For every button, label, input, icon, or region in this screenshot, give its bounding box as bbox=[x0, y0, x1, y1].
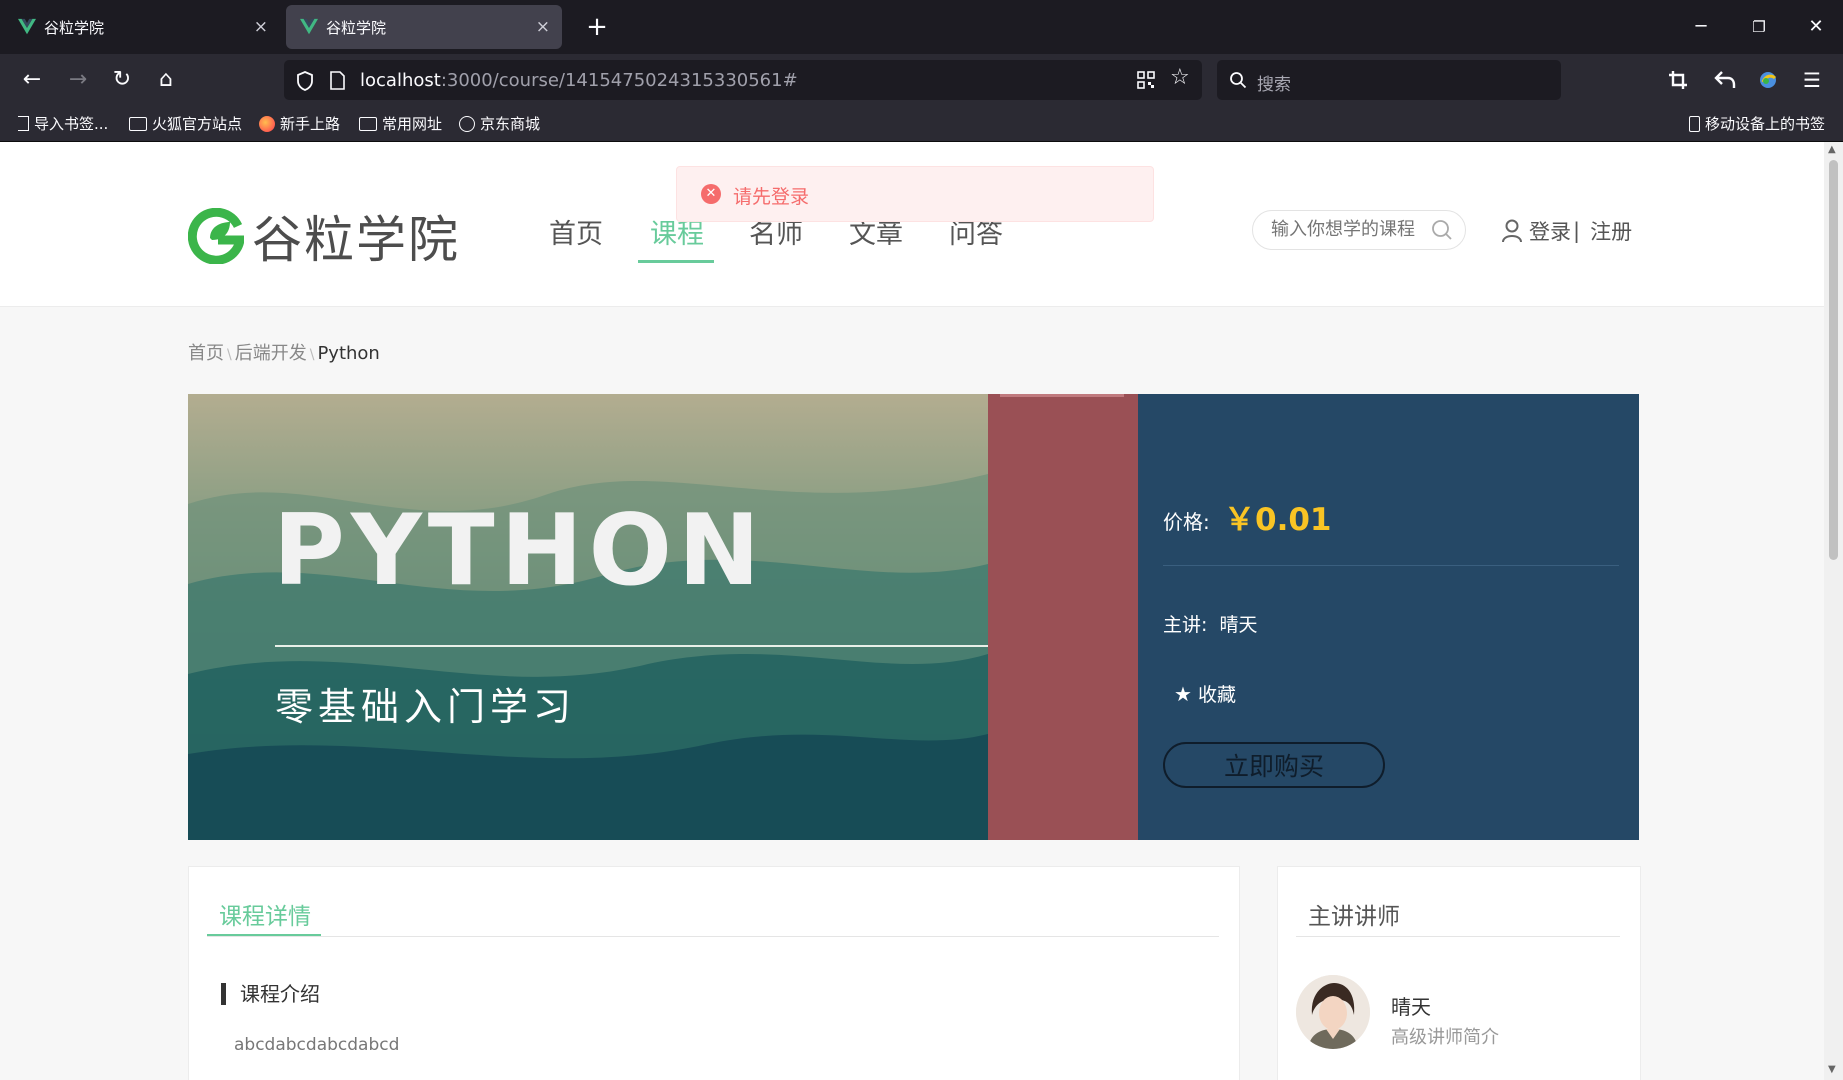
window-close-icon[interactable]: ✕ bbox=[1801, 12, 1831, 42]
page-icon bbox=[330, 71, 345, 90]
teacher-panel-name[interactable]: 晴天 bbox=[1391, 991, 1431, 1020]
breadcrumb-sep: \ bbox=[309, 347, 315, 363]
menu-icon[interactable]: ☰ bbox=[1796, 64, 1828, 96]
import-icon bbox=[18, 116, 29, 131]
home-icon[interactable]: ⌂ bbox=[150, 64, 182, 96]
browser-toolbar: ← → ↻ ⌂ localhost:3000/course/1415475024… bbox=[0, 54, 1843, 106]
browser-tab-bar: 谷粒学院 × 谷粒学院 × + ─ ❐ ✕ bbox=[0, 0, 1843, 54]
toast-message: 请先登录 bbox=[733, 186, 810, 208]
nav-active-underline bbox=[638, 260, 714, 263]
price-value: ￥0.01 bbox=[1224, 502, 1332, 538]
cover-subtitle: 零基础入门学习 bbox=[275, 685, 577, 729]
search-icon bbox=[1230, 72, 1247, 89]
folder-icon bbox=[359, 116, 377, 131]
favorite-button[interactable]: ★ 收藏 bbox=[1174, 680, 1236, 707]
scroll-up-icon[interactable]: ▲ bbox=[1828, 144, 1836, 155]
bookmark-import[interactable]: 导入书签... bbox=[18, 113, 108, 134]
site-header: 谷粒学院 首页 课程 名师 文章 问答 登录 | 注册 ✕ 请先登录 bbox=[0, 142, 1824, 307]
bookmark-folder[interactable]: 火狐官方站点 bbox=[129, 113, 242, 134]
cover-mountains-graphic bbox=[188, 394, 988, 840]
site-logo[interactable]: 谷粒学院 bbox=[188, 200, 460, 272]
avatar-portrait-graphic bbox=[1296, 975, 1370, 1049]
bookmark-item[interactable]: 京东商城 bbox=[459, 113, 540, 134]
tab-title: 谷粒学院 bbox=[44, 18, 105, 37]
teacher-avatar[interactable] bbox=[1296, 975, 1370, 1049]
tab-active-underline bbox=[207, 934, 321, 936]
search-icon[interactable] bbox=[1431, 219, 1453, 241]
logo-text: 谷粒学院 bbox=[252, 211, 460, 269]
cover-title: PYTHON bbox=[273, 494, 766, 608]
course-banner: PYTHON 零基础入门学习 价格: ￥0.01 主讲: 晴天 ★ 收藏 立即购… bbox=[188, 394, 1639, 840]
restore-icon[interactable]: ❐ bbox=[1744, 12, 1774, 42]
vue-favicon-icon bbox=[18, 18, 36, 35]
scroll-down-icon[interactable]: ▼ bbox=[1828, 1064, 1836, 1075]
new-tab-button[interactable]: + bbox=[580, 10, 614, 44]
buy-now-button[interactable]: 立即购买 bbox=[1163, 742, 1385, 788]
user-links: 登录 | 注册 bbox=[1501, 216, 1632, 246]
user-icon bbox=[1502, 219, 1522, 243]
breadcrumb-sep: \ bbox=[227, 347, 232, 363]
address-bar[interactable]: localhost:3000/course/141547502431533056… bbox=[284, 60, 1202, 100]
crop-screenshot-icon[interactable] bbox=[1668, 70, 1688, 90]
section-title: 课程介绍 bbox=[221, 983, 320, 1005]
course-search-input[interactable] bbox=[1269, 218, 1423, 241]
teacher-card: 主讲讲师 晴天 高级讲师简介 bbox=[1277, 866, 1641, 1080]
tab-title: 谷粒学院 bbox=[326, 18, 387, 37]
minimize-icon[interactable]: ─ bbox=[1686, 12, 1716, 42]
folder-icon bbox=[129, 116, 147, 131]
bookmark-star-icon[interactable]: ☆ bbox=[1170, 65, 1190, 90]
breadcrumb-home[interactable]: 首页 bbox=[188, 343, 224, 364]
teacher-name: 晴天 bbox=[1219, 614, 1258, 636]
course-intro-text: abcdabcdabcdabcd bbox=[234, 1035, 400, 1055]
course-info-panel: 价格: ￥0.01 主讲: 晴天 ★ 收藏 立即购买 bbox=[1138, 394, 1639, 840]
browser-search-bar[interactable]: 搜索 bbox=[1217, 60, 1561, 100]
teacher-card-title: 主讲讲师 bbox=[1308, 904, 1400, 930]
error-circle-icon: ✕ bbox=[701, 184, 721, 204]
page-scrollbar[interactable]: ▲ ▼ bbox=[1824, 142, 1843, 1080]
bookmark-folder[interactable]: 常用网址 bbox=[359, 113, 442, 134]
reload-icon[interactable]: ↻ bbox=[106, 64, 138, 96]
teacher-line: 主讲: 晴天 bbox=[1163, 614, 1258, 636]
vue-favicon-icon bbox=[300, 18, 318, 35]
scrollbar-thumb[interactable] bbox=[1829, 160, 1838, 560]
teacher-panel-desc: 高级讲师简介 bbox=[1391, 1027, 1499, 1048]
bookmark-item[interactable]: 新手上路 bbox=[259, 113, 340, 134]
extension-icon[interactable] bbox=[1757, 69, 1779, 91]
qr-code-icon[interactable] bbox=[1137, 71, 1155, 89]
breadcrumb-category[interactable]: 后端开发 bbox=[235, 343, 307, 364]
forward-icon[interactable]: → bbox=[62, 64, 94, 96]
course-cover-image: PYTHON 零基础入门学习 bbox=[188, 394, 988, 840]
register-link[interactable]: 注册 bbox=[1590, 216, 1632, 246]
page-viewport: 谷粒学院 首页 课程 名师 文章 问答 登录 | 注册 ✕ 请先登录 首页\后端… bbox=[0, 142, 1824, 1080]
browser-tab-active[interactable]: 谷粒学院 × bbox=[286, 5, 562, 49]
browser-search-placeholder: 搜索 bbox=[1257, 75, 1291, 95]
undo-arrow-icon[interactable] bbox=[1714, 70, 1736, 90]
link-separator: | bbox=[1573, 219, 1581, 243]
firefox-icon bbox=[259, 115, 275, 132]
login-link[interactable]: 登录 bbox=[1529, 216, 1571, 246]
logo-leaf-icon bbox=[188, 208, 244, 264]
globe-icon bbox=[459, 115, 475, 132]
course-search-box[interactable] bbox=[1252, 210, 1466, 250]
browser-tab[interactable]: 谷粒学院 × bbox=[4, 5, 280, 49]
cover-side-panel bbox=[988, 394, 1138, 840]
bookmarks-toolbar: 导入书签... 火狐官方站点 新手上路 常用网址 京东商城 移动设备上的书签 bbox=[0, 106, 1843, 142]
price-label: 价格: bbox=[1163, 510, 1210, 534]
tab-close-icon[interactable]: × bbox=[254, 17, 268, 37]
mobile-bookmarks[interactable]: 移动设备上的书签 bbox=[1689, 113, 1825, 134]
course-detail-card: 课程详情 课程介绍 abcdabcdabcdabcd bbox=[188, 866, 1240, 1080]
error-toast: ✕ 请先登录 bbox=[676, 166, 1154, 222]
shield-icon[interactable] bbox=[296, 71, 314, 91]
star-icon: ★ bbox=[1174, 681, 1192, 706]
breadcrumb-current: Python bbox=[317, 343, 380, 364]
url-text[interactable]: localhost:3000/course/141547502431533056… bbox=[360, 70, 798, 91]
tab-close-icon[interactable]: × bbox=[536, 17, 550, 37]
breadcrumb: 首页 \ 后端开发 \ Python bbox=[188, 339, 380, 365]
mobile-icon bbox=[1689, 115, 1700, 132]
back-icon[interactable]: ← bbox=[16, 64, 48, 96]
tab-course-detail[interactable]: 课程详情 bbox=[219, 897, 311, 931]
nav-home[interactable]: 首页 bbox=[549, 212, 603, 251]
